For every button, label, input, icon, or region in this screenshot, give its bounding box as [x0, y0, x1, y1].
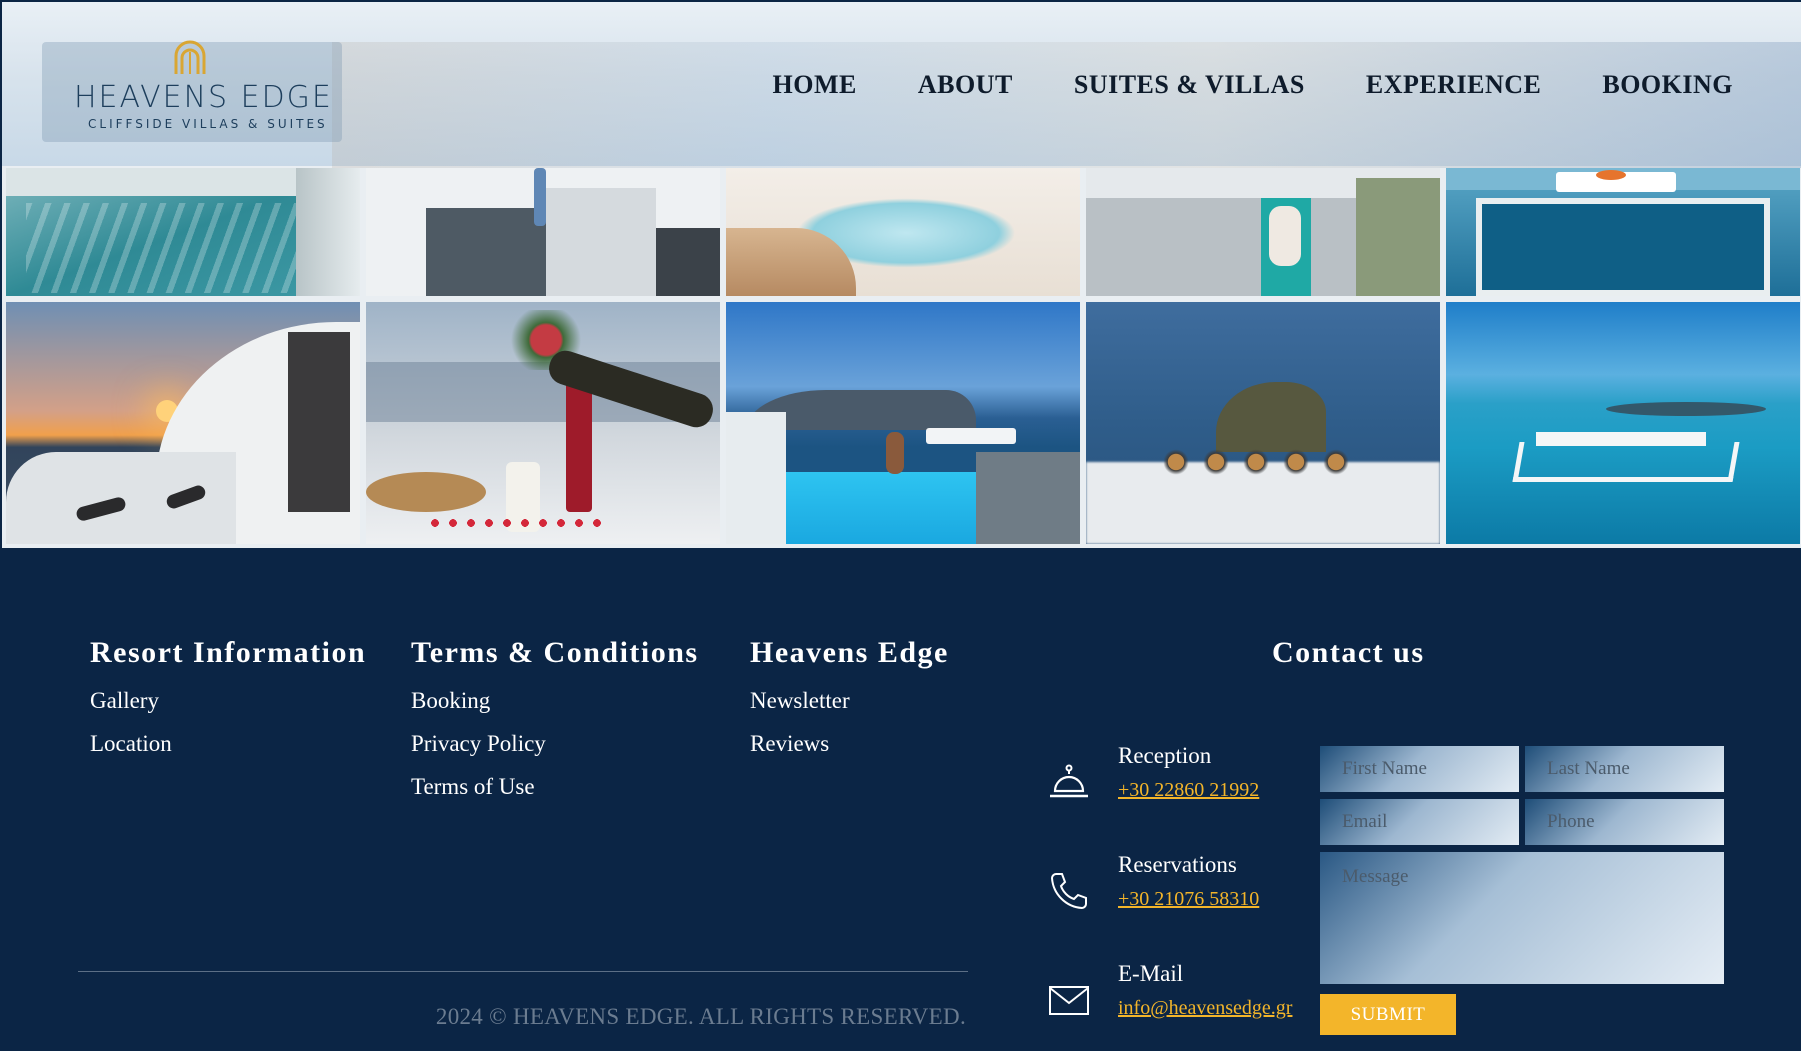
footer-column-heavens-edge: Heavens Edge Newsletter Reviews: [750, 636, 949, 774]
email-field[interactable]: [1320, 799, 1519, 845]
contact-title: Contact us: [1272, 636, 1425, 669]
main-nav: HOME ABOUT SUITES & VILLAS EXPERIENCE BO…: [712, 70, 1733, 100]
footer-column-title: Terms & Conditions: [411, 636, 699, 669]
message-field[interactable]: [1320, 852, 1724, 984]
gallery-image[interactable]: [1446, 302, 1800, 544]
footer-column-title: Heavens Edge: [750, 636, 949, 669]
nav-home[interactable]: HOME: [773, 70, 857, 100]
footer-link-terms-of-use[interactable]: Terms of Use: [411, 774, 699, 800]
gallery-image[interactable]: [366, 302, 720, 544]
nav-booking[interactable]: BOOKING: [1602, 70, 1733, 100]
envelope-icon: [1049, 986, 1089, 1015]
reservations-phone-link[interactable]: +30 21076 58310: [1118, 888, 1259, 911]
site-footer: Resort Information Gallery Location Term…: [0, 548, 1801, 1051]
footer-link-gallery[interactable]: Gallery: [90, 688, 366, 714]
bell-icon: [1050, 764, 1088, 798]
contact-label: Reception: [1118, 743, 1212, 768]
site-header: HEAVENS EDGE CLIFFSIDE VILLAS & SUITES H…: [0, 0, 1801, 168]
footer-link-reviews[interactable]: Reviews: [750, 731, 949, 757]
contact-label: E-Mail: [1118, 961, 1184, 986]
nav-suites-villas[interactable]: SUITES & VILLAS: [1074, 70, 1305, 100]
footer-column-resort-information: Resort Information Gallery Location: [90, 636, 366, 774]
first-name-field[interactable]: [1320, 746, 1519, 792]
logo-tagline: CLIFFSIDE VILLAS & SUITES: [88, 117, 328, 131]
phone-field[interactable]: [1525, 799, 1724, 845]
phone-icon: [1050, 873, 1087, 910]
gallery-image[interactable]: [366, 168, 720, 296]
contact-label: Reservations: [1118, 852, 1237, 877]
email-link[interactable]: info@heavensedge.gr: [1118, 997, 1292, 1020]
header-background-blur: [332, 42, 1801, 168]
nav-experience[interactable]: EXPERIENCE: [1366, 70, 1541, 100]
contact-reception: Reception +30 22860 21992: [1042, 743, 1302, 823]
gallery-image[interactable]: [1446, 168, 1800, 296]
logo-text: HEAVENS EDGE: [74, 80, 333, 115]
contact-email: E-Mail info@heavensedge.gr: [1042, 961, 1302, 1041]
reception-phone-link[interactable]: +30 22860 21992: [1118, 779, 1259, 802]
gallery-image[interactable]: [1086, 168, 1440, 296]
footer-link-privacy-policy[interactable]: Privacy Policy: [411, 731, 699, 757]
gallery-image[interactable]: [6, 302, 360, 544]
last-name-field[interactable]: [1525, 746, 1724, 792]
nav-about[interactable]: ABOUT: [918, 70, 1013, 100]
gallery-image[interactable]: [726, 302, 1080, 544]
footer-column-terms-conditions: Terms & Conditions Booking Privacy Polic…: [411, 636, 699, 817]
footer-link-booking[interactable]: Booking: [411, 688, 699, 714]
footer-link-newsletter[interactable]: Newsletter: [750, 688, 949, 714]
copyright-text: 2024 © HEAVENS EDGE. ALL RIGHTS RESERVED…: [435, 1004, 966, 1029]
contact-reservations: Reservations +30 21076 58310: [1042, 852, 1302, 932]
gallery-image[interactable]: [726, 168, 1080, 296]
submit-button[interactable]: SUBMIT: [1320, 994, 1456, 1035]
gallery-image[interactable]: [1086, 302, 1440, 544]
gallery-image[interactable]: [6, 168, 360, 296]
arch-logo-icon: [174, 40, 206, 74]
footer-column-title: Resort Information: [90, 636, 367, 669]
footer-link-location[interactable]: Location: [90, 731, 366, 757]
footer-divider: [78, 971, 968, 972]
